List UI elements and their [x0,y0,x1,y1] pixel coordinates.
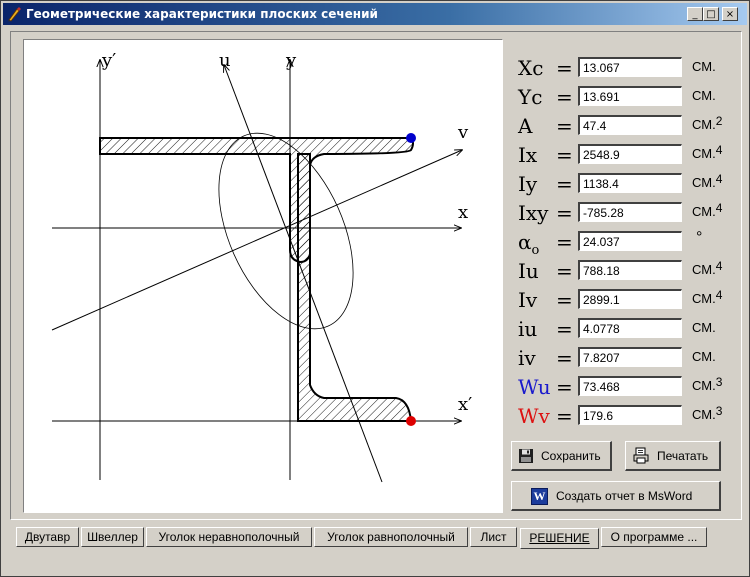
result-value-field[interactable]: 1138.4 [578,173,682,193]
msword-icon: W [531,488,548,505]
result-symbol: Iy [518,172,538,196]
floppy-disk-icon [519,449,533,463]
print-button[interactable]: Печатать [625,441,721,471]
tab-list[interactable]: Лист [470,527,517,547]
unit-label: СМ.2 [692,114,723,132]
label-x-prime: x′ [458,394,472,415]
label-x: x [458,202,468,223]
tab-reshenie[interactable]: РЕШЕНИЕ [520,528,599,549]
result-value-field[interactable]: 7.8207 [578,347,682,367]
msword-label: Создать отчет в MsWord [556,489,693,503]
result-symbol: iv [518,346,536,370]
result-value-field[interactable]: 788.18 [578,260,682,280]
result-symbol: Iv [518,288,538,312]
app-icon [8,7,21,22]
result-symbol: A [518,114,533,138]
result-value-field[interactable]: 13.067 [578,57,682,77]
result-symbol: Ixy [518,201,549,225]
unit-label: СМ.3 [692,404,723,422]
result-value-field[interactable]: 13.691 [578,86,682,106]
equals-sign: = [556,114,573,138]
equals-sign: = [556,346,573,370]
equals-sign: = [556,375,573,399]
equals-sign: = [556,201,573,225]
unit-label: СМ.4 [692,288,723,306]
diagram-svg: y′ u y v x x′ [51,50,472,483]
unit-label: СМ. [692,88,716,103]
minimize-icon: _ [692,9,698,20]
unit-label: СМ. [692,59,716,74]
minimize-button[interactable]: _ [687,7,703,21]
close-icon: × [725,9,735,20]
result-symbol: αo [518,230,540,258]
equals-sign: = [556,143,573,167]
tab-shveller[interactable]: Швеллер [81,527,144,547]
equals-sign: = [556,230,573,254]
result-symbol: Wu [518,375,551,399]
result-value-field[interactable]: 47.4 [578,115,682,135]
equals-sign: = [556,404,573,428]
axis-v [51,150,462,331]
section-diagram: y′ u y v x x′ [23,39,503,513]
result-symbol: Ix [518,143,538,167]
equals-sign: = [556,85,573,109]
save-label: Сохранить [541,449,601,463]
result-symbol: Wv [518,404,550,428]
unit-label: СМ.4 [692,143,723,161]
result-symbol: Yc [518,85,543,109]
save-button[interactable]: Сохранить [511,441,612,471]
maximize-button[interactable]: □ [703,7,719,21]
result-symbol: iu [518,317,538,341]
equals-sign: = [556,259,573,283]
equals-sign: = [556,288,573,312]
result-value-field[interactable]: -785.28 [578,202,682,222]
result-value-field[interactable]: 24.037 [578,231,682,251]
result-symbol: Xc [518,56,544,80]
equals-sign: = [556,56,573,80]
window-title: Геометрические характеристики плоских се… [26,7,378,21]
close-button[interactable]: × [722,7,738,21]
result-value-field[interactable]: 4.0778 [578,318,682,338]
create-msword-report-button[interactable]: W Создать отчет в MsWord [511,481,721,511]
top-point-marker [406,133,416,143]
unit-label: СМ.4 [692,201,723,219]
unit-label: СМ.4 [692,172,723,190]
label-y: y [285,50,297,71]
printer-icon [633,447,649,464]
unit-label: СМ. [692,349,716,364]
equals-sign: = [556,172,573,196]
label-y-prime: y′ [101,50,116,71]
maximize-icon: □ [706,9,716,20]
channel-section [99,137,414,264]
label-u: u [219,50,231,71]
tab-ugolok-ravnopolochny[interactable]: Уголок равнополочный [314,527,468,547]
tab-ugolok-neravnopolochny[interactable]: Уголок неравнополочный [146,527,312,547]
result-value-field[interactable]: 2899.1 [578,289,682,309]
tab-dvutavr[interactable]: Двутавр [16,527,79,547]
label-v: v [457,122,469,143]
unit-label: СМ.4 [692,259,723,277]
unit-label: ° [696,229,703,246]
tab-o-programme[interactable]: О программе ... [601,527,707,547]
result-value-field[interactable]: 179.6 [578,405,682,425]
bottom-point-marker [406,416,416,426]
title-bar[interactable]: Геометрические характеристики плоских се… [3,3,747,25]
app-window: Геометрические характеристики плоских се… [0,0,750,577]
unit-label: СМ. [692,320,716,335]
result-value-field[interactable]: 73.468 [578,376,682,396]
equals-sign: = [556,317,573,341]
print-label: Печатать [657,449,709,463]
result-value-field[interactable]: 2548.9 [578,144,682,164]
result-symbol: Iu [518,259,539,283]
unit-label: СМ.3 [692,375,723,393]
angle-section [297,153,413,422]
